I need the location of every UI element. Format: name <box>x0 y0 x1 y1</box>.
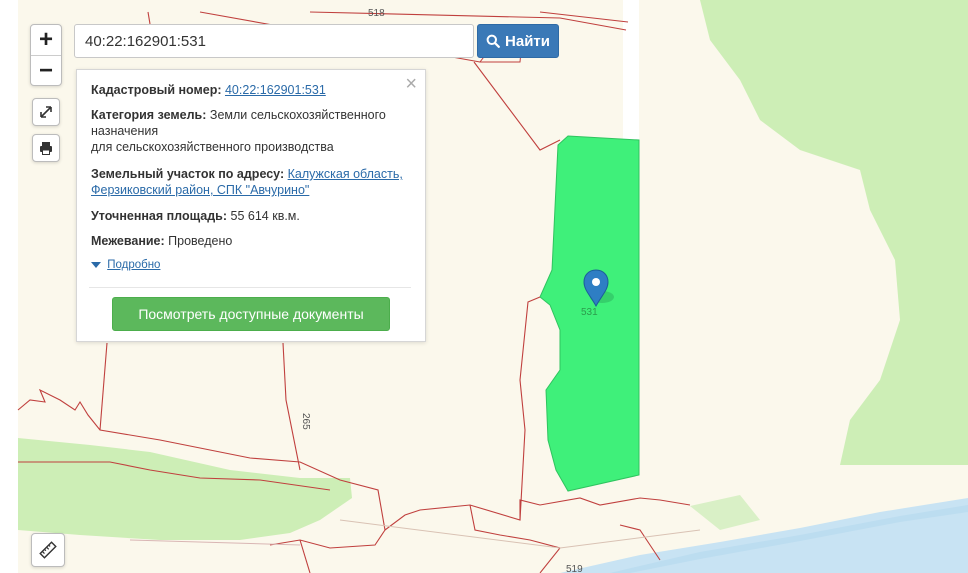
search-button-label: Найти <box>505 32 550 50</box>
ruler-icon <box>39 541 57 559</box>
cadastral-number-row: Кадастровый номер: 40:22:162901:531 <box>91 82 411 98</box>
area-label: Уточненная площадь: <box>91 209 228 223</box>
expand-icon <box>40 106 52 118</box>
fullscreen-button[interactable] <box>32 98 60 126</box>
search-icon <box>486 34 500 48</box>
address-link[interactable]: Калужская область, <box>288 167 403 181</box>
cadastral-search-input[interactable] <box>74 24 474 58</box>
survey-row: Межевание: Проведено <box>91 233 411 249</box>
printer-icon <box>40 142 52 155</box>
zoom-in-button[interactable]: + <box>31 25 61 55</box>
zoom-controls: + − <box>30 24 62 86</box>
map-label-518: 518 <box>368 8 385 19</box>
search-button[interactable]: Найти <box>477 24 559 58</box>
cadastral-number-label: Кадастровый номер: <box>91 83 222 97</box>
popup-divider <box>89 287 411 288</box>
cadastral-number-link[interactable]: 40:22:162901:531 <box>225 83 326 97</box>
view-documents-button[interactable]: Посмотреть доступные документы <box>112 297 390 331</box>
parcel-info-popup: × Кадастровый номер: 40:22:162901:531 Ка… <box>76 69 426 342</box>
map-label-519: 519 <box>566 564 583 573</box>
land-category-value: Земли сельскохозяйственного <box>209 108 386 122</box>
land-category-value-2: назначения <box>91 124 159 138</box>
land-category-label: Категория земель: <box>91 108 207 122</box>
survey-value: Проведено <box>168 234 233 248</box>
area-row: Уточненная площадь: 55 614 кв.м. <box>91 208 411 224</box>
map-label-265: 265 <box>300 413 311 430</box>
area-value: 55 614 кв.м. <box>230 209 300 223</box>
unloaded-tile <box>623 0 639 140</box>
zoom-out-button[interactable]: − <box>31 55 61 86</box>
address-link-2[interactable]: Ферзиковский район, СПК "Авчурино" <box>91 183 309 197</box>
print-button[interactable] <box>32 134 60 162</box>
map-label-531: 531 <box>581 307 598 318</box>
details-toggle[interactable]: Подробно <box>91 259 160 271</box>
caret-down-icon <box>91 261 101 268</box>
address-row: Земельный участок по адресу: Калужская о… <box>91 166 411 198</box>
land-category-value-3: для сельскохозяйственного производства <box>91 140 334 154</box>
address-label: Земельный участок по адресу: <box>91 167 285 181</box>
details-link[interactable]: Подробно <box>107 259 160 271</box>
land-category-row: Категория земель: Земли сельскохозяйстве… <box>91 107 411 155</box>
survey-label: Межевание: <box>91 234 165 248</box>
measure-button[interactable] <box>31 533 65 567</box>
